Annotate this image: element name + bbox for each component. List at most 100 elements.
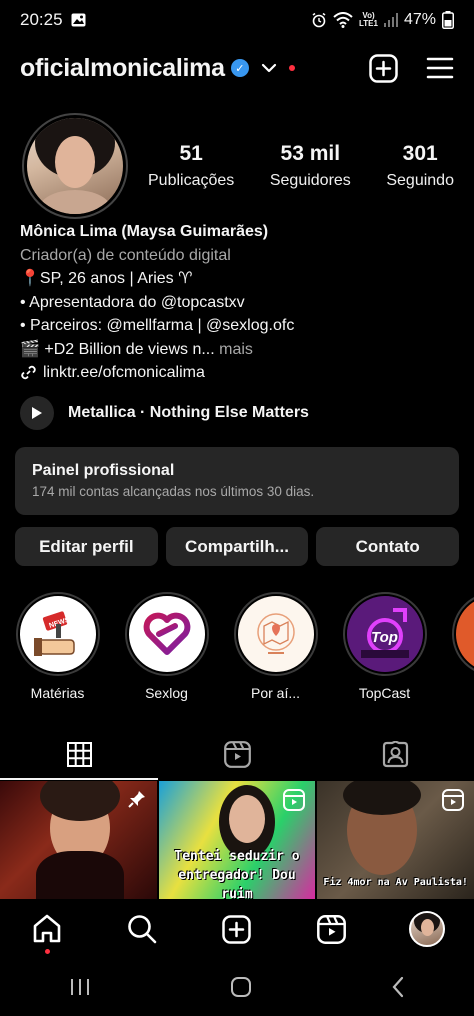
link-text: linktr.ee/ofcmonicalima [43, 364, 205, 381]
grid-icon [66, 741, 92, 767]
stat-followers[interactable]: 53 mil Seguidores [270, 142, 351, 190]
search-icon [127, 914, 157, 944]
profile-stats: 51 Publicações 53 mil Seguidores 301 Seg… [148, 142, 454, 190]
bio-line: 🎬 +D2 Billion de views n... [20, 340, 215, 358]
highlight-label: Sexlog [145, 685, 188, 701]
notification-dot [44, 949, 50, 954]
post-thumbnail[interactable] [0, 781, 157, 899]
category-label: Criador(a) de conteúdo digital [20, 246, 231, 264]
home-icon [32, 914, 62, 944]
heart-logo-icon [128, 596, 205, 672]
system-navigation [0, 958, 474, 1016]
partial-highlight-icon [455, 596, 474, 672]
music-title: Metallica · Nothing Else Matters [68, 404, 309, 421]
create-post-icon[interactable] [369, 53, 398, 83]
highlight-label: Matérias [30, 685, 85, 701]
panel-title: Painel profissional [32, 462, 175, 479]
stat-posts[interactable]: 51 Publicações [148, 142, 234, 190]
bio-line-truncated: 🎬 +D2 Billion de views n... mais [20, 338, 454, 362]
reels-icon [283, 789, 306, 816]
stat-value: 51 [179, 142, 203, 165]
profile-header: oficialmonicalima ✓ [20, 48, 454, 88]
signal-icon [383, 13, 398, 27]
highlight-label: Por aí... [250, 685, 301, 701]
profile-actions: Editar perfil Compartilh... Contato [15, 527, 460, 566]
stat-value: 301 [402, 142, 438, 165]
stat-label: Seguindo [386, 172, 454, 189]
profile-bio: Mônica Lima (Maysa Guimarães) Criador(a)… [20, 220, 454, 385]
avatar [408, 911, 445, 947]
reels-icon [442, 789, 465, 816]
tab-reels[interactable] [158, 728, 316, 780]
alarm-icon [311, 12, 327, 28]
back-icon[interactable] [391, 976, 405, 998]
panel-subtitle: 174 mil contas alcançadas nos últimos 30… [32, 484, 315, 499]
highlight-label: TopCast [358, 685, 411, 701]
share-profile-button[interactable]: Compartilh... [165, 527, 309, 566]
reels-icon [223, 740, 251, 768]
highlight-por-ai[interactable]: Por aí... [233, 592, 318, 701]
gallery-icon [71, 13, 86, 27]
profile-tabs [0, 728, 474, 780]
home-button-icon[interactable] [230, 976, 252, 998]
post-thumbnail[interactable]: Tentei seduzir o entregador! Dou ruim [158, 781, 316, 899]
bio-link[interactable]: linktr.ee/ofcmonicalima [20, 361, 454, 385]
svg-text:Top: Top [371, 629, 398, 646]
nav-home[interactable] [17, 914, 77, 954]
status-time: 20:25 [20, 10, 63, 29]
nav-profile[interactable] [397, 911, 457, 947]
chevron-down-icon [261, 63, 277, 73]
stat-following[interactable]: 301 Seguindo [386, 142, 454, 190]
nav-create[interactable] [207, 914, 267, 944]
bio-line: 📍SP, 26 anos | Aries ♈ [20, 270, 193, 287]
highlight-materias[interactable]: NEWS Matérias [15, 592, 100, 701]
avatar-photo [27, 118, 123, 214]
username: oficialmonicalima [20, 53, 225, 82]
create-icon [222, 914, 252, 944]
pin-icon [127, 789, 147, 814]
link-icon [20, 364, 37, 381]
nav-search[interactable] [112, 914, 172, 944]
post-caption: Fiz 4mor na Av Paulista! [323, 877, 468, 888]
reels-icon [317, 914, 347, 944]
display-name: Mônica Lima (Maysa Guimarães) [20, 223, 269, 240]
bio-line: • Parceiros: @mellfarma | @sexlog.ofc [20, 317, 295, 334]
tagged-icon [382, 740, 409, 768]
map-sketch-icon [237, 596, 314, 672]
highlight-partial[interactable]: P [451, 592, 474, 701]
professional-dashboard[interactable]: Painel profissional 174 mil contas alcan… [15, 447, 459, 515]
play-icon[interactable] [20, 396, 54, 430]
recent-apps-icon[interactable] [69, 977, 91, 997]
posts-grid: Tentei seduzir o entregador! Dou ruim Fi… [0, 781, 474, 899]
lte-icon: Vo) LTE1 [359, 11, 378, 28]
edit-profile-button[interactable]: Editar perfil [15, 527, 158, 566]
notification-dot [288, 65, 295, 71]
tab-tagged[interactable] [316, 728, 474, 780]
battery-icon [442, 11, 454, 29]
topcast-logo-icon: Top [346, 596, 423, 672]
network-label: LTE1 [359, 19, 378, 28]
tab-grid[interactable] [0, 728, 158, 780]
contact-button[interactable]: Contato [316, 527, 460, 566]
stat-value: 53 mil [280, 142, 341, 165]
story-highlights: NEWS Matérias Sexlog Por aí... Top TopCa… [15, 592, 474, 701]
nav-reels[interactable] [302, 914, 362, 944]
profile-avatar[interactable] [22, 113, 128, 219]
stat-label: Publicações [148, 172, 235, 189]
highlight-sexlog[interactable]: Sexlog [124, 592, 209, 701]
post-thumbnail[interactable]: Fiz 4mor na Av Paulista! [317, 781, 474, 899]
more-link[interactable]: mais [219, 341, 253, 358]
highlight-topcast[interactable]: Top TopCast [342, 592, 427, 701]
status-bar: 20:25 Vo) LTE1 47% [0, 0, 474, 40]
news-hand-icon: NEWS [19, 596, 96, 672]
menu-icon[interactable] [426, 56, 454, 80]
bio-line: • Apresentadora do @topcastxv [20, 293, 245, 311]
account-switcher[interactable]: oficialmonicalima ✓ [20, 54, 295, 83]
battery-text: 47% [403, 11, 436, 28]
wifi-icon [333, 12, 353, 28]
bottom-navigation [0, 900, 474, 958]
profile-music[interactable]: Metallica · Nothing Else Matters [20, 396, 309, 430]
stat-label: Seguidores [269, 172, 351, 189]
verified-badge-icon: ✓ [230, 59, 249, 77]
post-caption: Tentei seduzir o entregador! Dou ruim [174, 849, 300, 899]
